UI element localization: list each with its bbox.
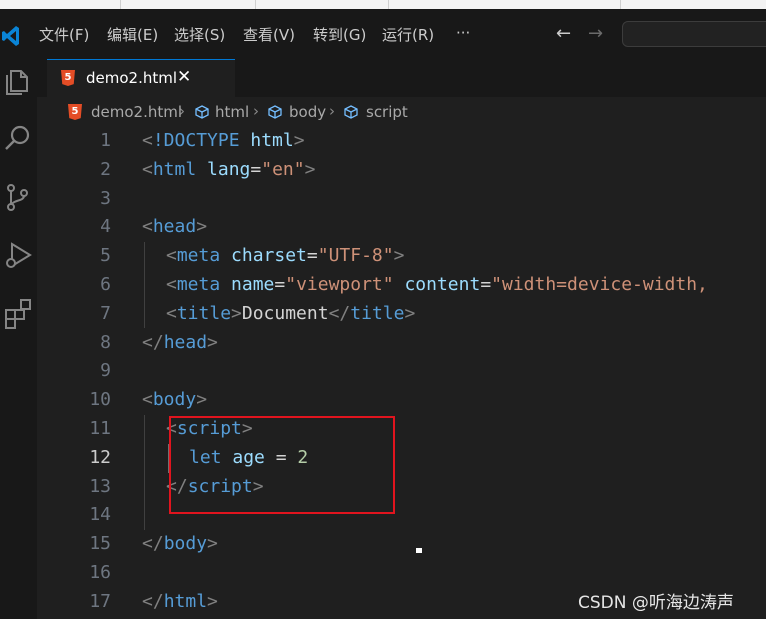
line-number: 7: [100, 302, 111, 324]
code-line-1: <!DOCTYPE html>: [142, 130, 305, 151]
code-line-2: <html lang="en">: [142, 158, 316, 180]
line-number: 15: [89, 533, 111, 555]
tab-demo2-html[interactable]: 5 demo2.html ✕: [47, 59, 235, 97]
breadcrumb-html[interactable]: html: [215, 103, 249, 121]
breadcrumb-file[interactable]: demo2.html: [91, 103, 182, 121]
line-number: 9: [100, 360, 111, 382]
line-number: 11: [89, 418, 111, 439]
line-number: 14: [89, 504, 111, 526]
indent-guide: [144, 415, 145, 530]
indent-guide: [144, 242, 145, 328]
code-line-6: <meta name="viewport" content="width=dev…: [166, 274, 708, 295]
activity-bar: [0, 59, 37, 619]
mouse-cursor: [416, 548, 422, 553]
menu-run[interactable]: 运行(R): [382, 24, 434, 45]
line-number: 1: [100, 130, 111, 151]
symbol-element-icon: [195, 105, 209, 119]
line-number: 16: [89, 562, 111, 583]
menu-edit[interactable]: 编辑(E): [107, 24, 158, 45]
line-number: 5: [100, 245, 111, 267]
chevron-right-icon: ›: [329, 102, 335, 120]
code-line-10: <body>: [142, 389, 208, 411]
annotation-highlight-box: [169, 416, 395, 514]
menu-bar: 文件(F) 编辑(E) 选择(S) 查看(V) 转到(G) 运行(R) ··· …: [0, 9, 766, 59]
editor-tab-bar: 5 demo2.html ✕: [37, 59, 766, 98]
code-editor[interactable]: 1 2 3 4 5 6 7 8 9 10 11 12 13 14 15 16 1…: [37, 127, 766, 619]
line-number: 4: [100, 216, 111, 238]
line-number: 13: [89, 475, 111, 497]
line-number-active: 12: [89, 446, 111, 468]
line-number: 3: [100, 187, 111, 209]
line-number: 8: [100, 331, 111, 353]
symbol-element-icon: [344, 105, 358, 119]
menu-file[interactable]: 文件(F): [39, 24, 89, 45]
menu-selection[interactable]: 选择(S): [174, 24, 225, 45]
search-icon[interactable]: [2, 122, 34, 154]
tab-label: demo2.html: [86, 69, 178, 87]
top-strip-divider: [120, 0, 121, 9]
code-line-4: <head>: [142, 216, 208, 238]
menu-more[interactable]: ···: [456, 24, 470, 42]
code-line-15: </body>: [142, 533, 218, 555]
forward-arrow-icon[interactable]: →: [588, 23, 603, 44]
code-line-5: <meta charset="UTF-8">: [166, 245, 405, 267]
code-line-8: </head>: [142, 331, 218, 353]
close-icon[interactable]: ✕: [177, 67, 191, 87]
menu-go[interactable]: 转到(G): [313, 24, 366, 45]
top-strip-divider: [255, 0, 256, 9]
chevron-right-icon: ›: [253, 102, 259, 120]
line-number: 10: [89, 389, 111, 411]
menu-view[interactable]: 查看(V): [243, 24, 295, 45]
line-number: 17: [89, 590, 111, 612]
line-number: 6: [100, 274, 111, 295]
html5-file-icon: 5: [61, 70, 75, 86]
explorer-files-icon[interactable]: [2, 65, 34, 97]
symbol-element-icon: [268, 105, 282, 119]
top-strip-divider: [620, 0, 621, 9]
line-number: 2: [100, 158, 111, 180]
vscode-logo-icon: [2, 26, 19, 46]
watermark: CSDN @听海边涛声: [578, 593, 734, 613]
code-line-7: <title>Document</title>: [166, 302, 416, 324]
breadcrumb: 5 demo2.html › html › body › script: [37, 97, 766, 127]
top-strip-divider: [388, 0, 389, 9]
breadcrumb-body[interactable]: body: [289, 103, 326, 121]
code-line-17: </html>: [142, 590, 218, 612]
chevron-right-icon: ›: [179, 102, 185, 120]
html5-file-icon: 5: [68, 104, 82, 120]
extensions-icon[interactable]: [2, 297, 34, 329]
breadcrumb-script[interactable]: script: [366, 103, 408, 121]
back-arrow-icon[interactable]: ←: [556, 23, 571, 44]
command-center-search[interactable]: [622, 21, 766, 47]
source-control-icon[interactable]: [2, 181, 34, 213]
top-strip: [0, 0, 766, 9]
run-debug-icon[interactable]: [2, 239, 34, 271]
